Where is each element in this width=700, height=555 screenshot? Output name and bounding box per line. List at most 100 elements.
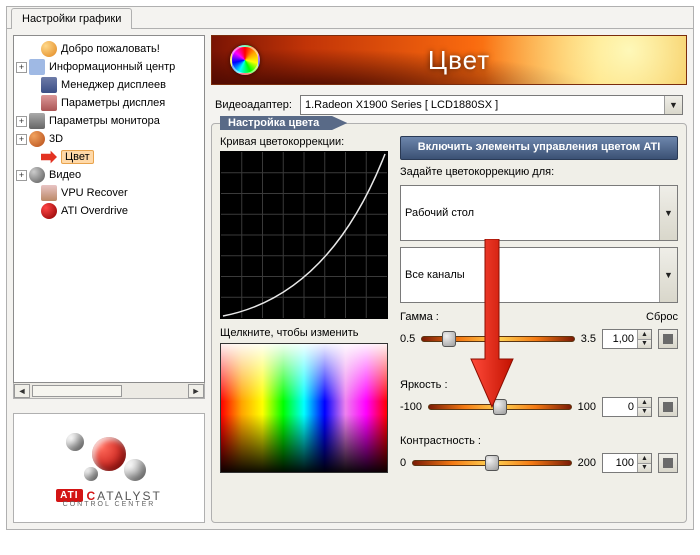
color-for-combo[interactable]: Рабочий стол ▼	[400, 185, 678, 241]
spin-up-icon[interactable]: ▲	[637, 454, 651, 463]
adapter-value: 1.Radeon X1900 Series [ LCD1880SX ]	[301, 99, 664, 111]
contrast-slider[interactable]	[412, 455, 572, 471]
gamma-max: 3.5	[581, 333, 596, 345]
tree-label: 3D	[49, 133, 63, 145]
brightness-label: Яркость :	[400, 379, 448, 391]
catalyst-logo-graphic	[54, 429, 164, 485]
spin-up-icon[interactable]: ▲	[637, 330, 651, 339]
logo-subtitle: CONTROL CENTER	[63, 501, 156, 508]
chevron-down-icon[interactable]: ▼	[664, 96, 682, 114]
tree-item-overdrive[interactable]: + ATI Overdrive	[16, 202, 202, 220]
color-settings-group: Настройка цвета Кривая цветокоррекции: /…	[211, 123, 687, 523]
adapter-label: Видеоадаптер:	[215, 99, 292, 111]
tree-label: ATI Overdrive	[61, 205, 128, 217]
globe-icon	[41, 41, 57, 57]
color-spectrum-picker[interactable]	[220, 343, 388, 473]
brightness-slider[interactable]	[428, 399, 572, 415]
spin-down-icon[interactable]: ▼	[637, 339, 651, 349]
gamma-slider[interactable]	[421, 331, 574, 347]
channel-combo[interactable]: Все каналы ▼	[400, 247, 678, 303]
chevron-down-icon[interactable]: ▼	[659, 186, 677, 240]
brightness-spinner[interactable]: ▲▼	[602, 397, 652, 417]
contrast-label: Контрастность :	[400, 435, 481, 447]
expand-icon[interactable]: +	[16, 170, 27, 181]
expand-icon[interactable]: +	[16, 62, 27, 73]
info-icon	[29, 59, 45, 75]
slider-thumb[interactable]	[485, 455, 499, 471]
slider-thumb[interactable]	[442, 331, 456, 347]
tree-item-color[interactable]: + Цвет	[16, 148, 202, 166]
page-banner: Цвет	[211, 35, 687, 85]
tree-item-display-params[interactable]: + Параметры дисплея	[16, 94, 202, 112]
enable-ati-color-button[interactable]: Включить элементы управления цветом ATI	[400, 136, 678, 160]
gamma-reset-button[interactable]	[658, 329, 678, 349]
scroll-track[interactable]	[30, 384, 188, 398]
tab-graphics-settings[interactable]: Настройки графики	[11, 8, 132, 29]
tree-label: Параметры дисплея	[61, 97, 165, 109]
color-wheel-icon	[230, 45, 260, 75]
spin-up-icon[interactable]: ▲	[637, 398, 651, 407]
tree-label: VPU Recover	[61, 187, 128, 199]
expand-icon[interactable]: +	[16, 116, 27, 127]
tree-label: Информационный центр	[49, 61, 175, 73]
color-for-label: Задайте цветокоррекцию для:	[400, 166, 678, 179]
tree-item-video[interactable]: + Видео	[16, 166, 202, 184]
gamma-label: Гамма :	[400, 311, 439, 323]
scroll-right-button[interactable]: ►	[188, 384, 204, 398]
panel-body: + Добро пожаловать! + Информационный цен…	[7, 28, 693, 529]
brightness-reset-button[interactable]	[658, 397, 678, 417]
tree-item-display-manager[interactable]: + Менеджер дисплеев	[16, 76, 202, 94]
contrast-min: 0	[400, 457, 406, 469]
reset-label: Сброс	[646, 311, 678, 323]
tree-item-info-center[interactable]: + Информационный центр	[16, 58, 202, 76]
contrast-spinner[interactable]: ▲▼	[602, 453, 652, 473]
tree-label: Менеджер дисплеев	[61, 79, 166, 91]
gamma-curve-icon	[221, 152, 387, 318]
contrast-max: 200	[578, 457, 596, 469]
display-manager-icon	[41, 77, 57, 93]
logo-area: ATI CATALYST CONTROL CENTER	[13, 413, 205, 523]
expand-icon[interactable]: +	[16, 134, 27, 145]
tree-item-3d[interactable]: + 3D	[16, 130, 202, 148]
adapter-combo[interactable]: 1.Radeon X1900 Series [ LCD1880SX ] ▼	[300, 95, 683, 115]
brightness-min: -100	[400, 401, 422, 413]
threed-icon	[29, 131, 45, 147]
brightness-input[interactable]	[603, 398, 637, 416]
scroll-thumb[interactable]	[32, 385, 122, 397]
overdrive-icon	[41, 203, 57, 219]
horizontal-scrollbar[interactable]: ◄ ►	[13, 383, 205, 399]
channel-value: Все каналы	[401, 269, 659, 281]
arrow-right-icon	[41, 149, 57, 165]
right-column: Цвет Видеоадаптер: 1.Radeon X1900 Series…	[211, 35, 687, 523]
contrast-input[interactable]	[603, 454, 637, 472]
monitor-icon	[29, 113, 45, 129]
chevron-down-icon[interactable]: ▼	[659, 248, 677, 302]
scroll-left-button[interactable]: ◄	[14, 384, 30, 398]
page-title: Цвет	[272, 45, 686, 76]
tree-view[interactable]: + Добро пожаловать! + Информационный цен…	[13, 35, 205, 383]
spin-down-icon[interactable]: ▼	[637, 463, 651, 473]
brightness-max: 100	[578, 401, 596, 413]
tree-item-vpu-recover[interactable]: + VPU Recover	[16, 184, 202, 202]
tree-label: Параметры монитора	[49, 115, 160, 127]
gamma-curve-preview: /*noop*/	[220, 151, 388, 319]
video-icon	[29, 167, 45, 183]
vpu-icon	[41, 185, 57, 201]
tree-label: Добро пожаловать!	[61, 43, 160, 55]
color-for-value: Рабочий стол	[401, 207, 659, 219]
spectrum-label: Щелкните, чтобы изменить	[220, 327, 390, 339]
tree-item-welcome[interactable]: + Добро пожаловать!	[16, 40, 202, 58]
spin-down-icon[interactable]: ▼	[637, 407, 651, 417]
gamma-min: 0.5	[400, 333, 415, 345]
tree-label: Видео	[49, 169, 81, 181]
tree-item-monitor-params[interactable]: + Параметры монитора	[16, 112, 202, 130]
tree-label: Цвет	[61, 150, 94, 164]
display-params-icon	[41, 95, 57, 111]
slider-thumb[interactable]	[493, 399, 507, 415]
gamma-spinner[interactable]: ▲▼	[602, 329, 652, 349]
gamma-input[interactable]	[603, 330, 637, 348]
left-column: + Добро пожаловать! + Информационный цен…	[13, 35, 205, 523]
contrast-reset-button[interactable]	[658, 453, 678, 473]
curve-label: Кривая цветокоррекции:	[220, 136, 390, 148]
settings-window: Настройки графики + Добро пожаловать! + …	[6, 6, 694, 530]
